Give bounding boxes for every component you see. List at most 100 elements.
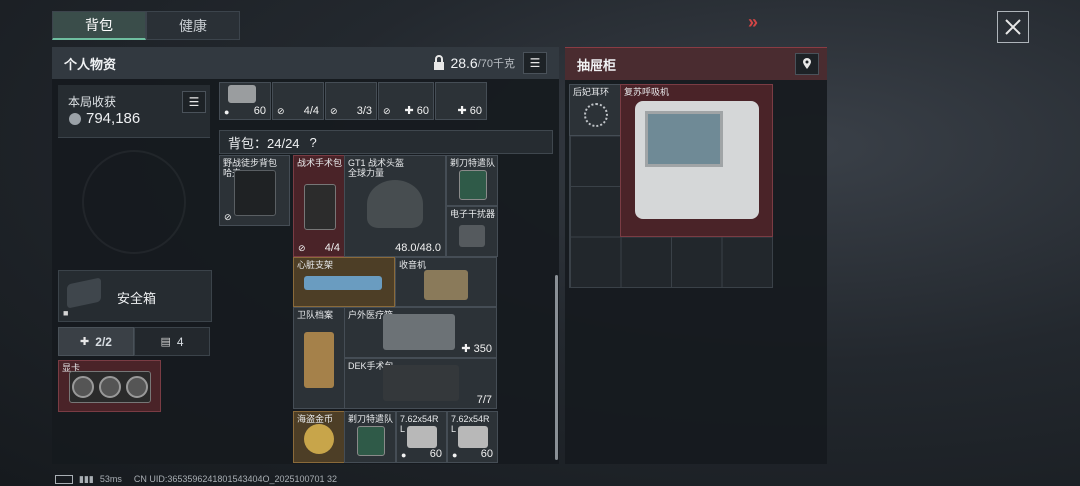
location-pin-button[interactable] [795,53,819,75]
earring-name: 后妃耳环 [573,87,610,97]
resuscitator-name: 复苏呼吸机 [624,87,670,97]
ammo-1-sub: L [400,424,406,434]
earnings-list-button[interactable]: ☰ [182,91,206,113]
location-pin-icon [803,58,811,69]
no-drop-icon: ⊘ [224,212,232,222]
plus-icon: ✚ [404,105,417,117]
top-slot-1[interactable]: ● 60 [219,82,271,120]
ammo-2-qty: 60 [480,448,493,460]
ammo-2-thumb [458,426,488,448]
gpu-card-image [69,371,151,403]
dek-pack-slot[interactable]: DEK手术包 7/7 [344,358,497,409]
pirate-coin-thumb [304,424,334,454]
signal-icon: ▮▮▮ [79,473,94,484]
tactical-pack-slot[interactable]: 战术手术包 ⊘ 4/4 [293,155,345,257]
safebox-thumb [67,277,101,309]
jammer-slot[interactable]: 电子干扰器 [446,206,498,257]
jammer-thumb [459,225,485,247]
drawer-title: 抽屉柜 [577,57,617,73]
coin-icon [69,113,81,125]
special-team-2-slot[interactable]: 剃刀特遣队 [344,411,396,463]
dot-marker: ● [401,450,407,460]
pirate-coin-slot[interactable]: 海盗金币 [293,411,345,463]
ammo-1-name: 7.62x54R [400,414,439,424]
panel-title: 个人物资 [64,56,117,72]
special-team-1-thumb [459,170,487,200]
earring-slot[interactable]: 后妃耳环 [569,84,621,136]
top-slot-4[interactable]: ⊘ ✚ 60 [378,82,434,120]
ammo-1-qty: 60 [429,448,442,460]
top-slot-1-qty: 60 [253,105,266,117]
top-slot-5-qty: ✚ 60 [457,104,482,117]
no-drop-icon: ⊘ [330,106,338,116]
special-team-2-name: 剃刀特遣队 [348,414,394,424]
weight-max: /70千克 [477,58,515,70]
backpack-bag-slot[interactable]: 野战徒步背包 哈夫 ⊘ [219,155,290,226]
special-team-1-name: 剃刀特遣队 [450,158,496,168]
gpu-slot[interactable]: 显卡 [58,360,161,412]
top-tabs: 背包 健康 [52,11,240,40]
top-slot-5-qty-value: 60 [469,105,482,117]
plus-icon: ✚ [461,343,474,355]
counter-b-value: 4 [176,334,184,349]
resuscitator-screen [645,111,723,167]
earnings-box: 本局收获 ☰ 794,186 [58,85,210,138]
backpack-help-icon[interactable]: ? [310,135,317,150]
ammo-1-slot[interactable]: 7.62x54R L ● 60 [396,411,447,463]
no-drop-icon: ⊘ [277,106,285,116]
outdoor-med-thumb [383,314,455,350]
ammo-2-slot[interactable]: 7.62x54R L ● 60 [447,411,498,463]
forward-chevron-icon[interactable]: » [748,12,758,33]
outdoor-med-qty-value: 350 [473,343,492,355]
helmet-qty: 48.0/48.0 [395,242,441,254]
status-bar: ▮▮▮ 53ms CN UID:3653596241801543404O_202… [55,472,337,486]
backpack-scrollbar[interactable] [555,275,558,460]
top-slot-3-qty: 3/3 [356,105,372,117]
safebox-slot[interactable]: ■ 安全箱 [58,270,212,322]
radio-slot[interactable]: 收音机 [395,257,497,307]
tactical-pack-name: 战术手术包 [297,158,343,168]
helmet-thumb [367,180,423,228]
guard-file-thumb [304,332,334,388]
radio-name: 收音机 [399,260,427,270]
radio-thumb [424,270,468,300]
tab-backpack[interactable]: 背包 [52,11,146,40]
special-team-1-slot[interactable]: 剃刀特遣队 [446,155,498,206]
top-slot-5[interactable]: ✚ 60 [435,82,487,120]
pirate-coin-name: 海盗金币 [297,414,334,424]
ping-value: 53ms [99,474,122,484]
jammer-name: 电子干扰器 [450,209,496,219]
uid-text: CN UID:3653596241801543404O_2025100701 3… [133,474,338,484]
no-drop-icon: ⊘ [383,106,391,116]
counter-medkit[interactable]: ✚ 2/2 [58,327,134,356]
top-slot-2-qty: 4/4 [303,105,319,117]
dek-pack-qty: 7/7 [476,394,492,406]
backpack-title: 背包：24/24 [228,135,300,151]
resuscitator-thumb [635,101,759,219]
safebox-lock-icon: ■ [63,308,69,318]
safebox-label: 安全箱 [117,291,157,306]
sort-list-button[interactable]: ☰ [523,52,547,74]
close-button[interactable] [997,11,1029,43]
heart-stand-slot[interactable]: 心脏支架 [293,257,395,307]
resuscitator-slot[interactable]: 复苏呼吸机 [620,84,773,237]
plus-icon: ✚ [457,105,470,117]
guard-file-slot[interactable]: 卫队档案 [293,307,345,409]
helmet-slot[interactable]: GT1 战术头盔 全球力量 48.0/48.0 [344,155,446,257]
counter-vest[interactable]: ▤ 4 [134,327,210,356]
dek-pack-thumb [383,365,459,401]
earnings-value: 794,186 [86,110,141,127]
battery-icon [55,474,73,484]
top-slot-2[interactable]: ⊘ 4/4 [272,82,324,120]
backpack-thumb [234,170,276,216]
top-slot-4-qty: ✚ 60 [404,104,429,117]
slot-counters: ✚ 2/2 ▤ 4 [58,327,210,356]
top-slot-3[interactable]: ⊘ 3/3 [325,82,377,120]
dot-marker: ● [452,450,458,460]
tab-health[interactable]: 健康 [146,11,240,40]
top-slot-4-qty-value: 60 [416,105,429,117]
close-icon [1005,19,1021,35]
tactical-pack-thumb [304,184,336,230]
personal-supplies-header: 个人物资 28.6 /70千克 ☰ [52,47,559,79]
outdoor-med-slot[interactable]: 户外医疗箱 ✚ 350 [344,307,497,358]
